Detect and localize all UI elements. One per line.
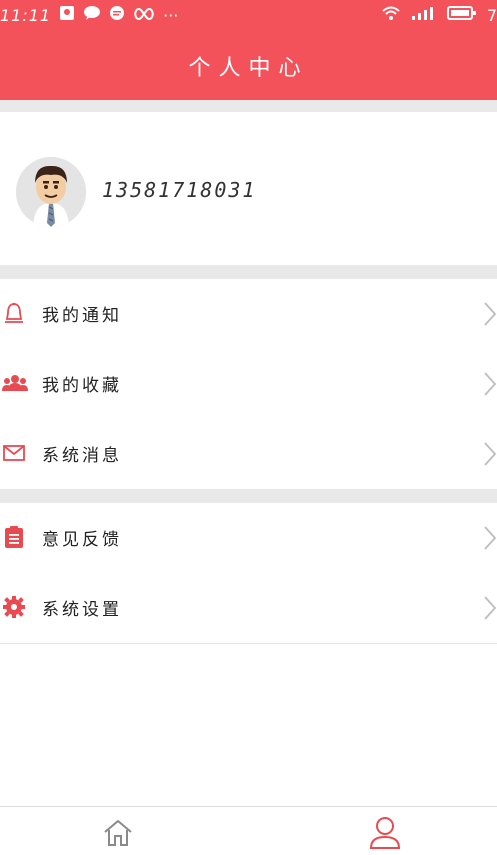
menu-item-label: 系统设置 — [42, 600, 122, 620]
section-gap — [0, 490, 497, 503]
chevron-right-icon — [483, 525, 497, 551]
signal-icon — [411, 5, 437, 25]
top-header: 11:11 ··· 7 个人中心 — [0, 0, 497, 100]
chevron-right-icon — [483, 595, 497, 621]
wifi-icon — [381, 5, 401, 25]
menu-item-feedback[interactable]: 意见反馈 — [0, 503, 497, 574]
clipboard-icon — [2, 525, 26, 549]
settings-icon — [2, 595, 26, 619]
status-bar: 11:11 ··· 7 — [0, 0, 497, 32]
section-gap — [0, 265, 497, 279]
profile-card[interactable]: 13581718031 — [0, 112, 497, 265]
menu-item-favorites[interactable]: 我的收藏 — [0, 349, 497, 420]
battery-icon — [446, 5, 477, 25]
more-dots-icon: ··· — [163, 5, 179, 25]
chevron-right-icon — [483, 441, 497, 467]
menu-item-label: 我的收藏 — [42, 376, 122, 396]
avatar[interactable] — [16, 157, 86, 227]
person-icon[interactable] — [368, 815, 402, 851]
bell-icon — [2, 301, 26, 325]
notification-icon — [59, 5, 75, 25]
mail-icon — [2, 441, 26, 465]
home-icon[interactable] — [102, 817, 134, 849]
chat-icon — [83, 5, 101, 25]
infinity-icon — [133, 6, 155, 25]
page-title: 个人中心 — [188, 56, 309, 81]
chevron-right-icon — [483, 371, 497, 397]
menu-item-label: 我的通知 — [42, 306, 122, 326]
chevron-right-icon — [483, 301, 497, 327]
user-phone: 13581718031 — [102, 178, 257, 202]
menu-item-settings[interactable]: 系统设置 — [0, 573, 497, 644]
menu-item-label: 意见反馈 — [42, 530, 122, 550]
users-icon — [2, 371, 28, 395]
message-icon — [109, 5, 125, 25]
bottom-nav — [0, 806, 497, 854]
menu-item-notifications[interactable]: 我的通知 — [0, 279, 497, 350]
battery-tail: 7 — [486, 5, 497, 25]
status-time: 11:11 — [0, 5, 52, 25]
section-gap — [0, 100, 497, 112]
menu-item-system-messages[interactable]: 系统消息 — [0, 419, 497, 490]
menu-item-label: 系统消息 — [42, 446, 122, 466]
